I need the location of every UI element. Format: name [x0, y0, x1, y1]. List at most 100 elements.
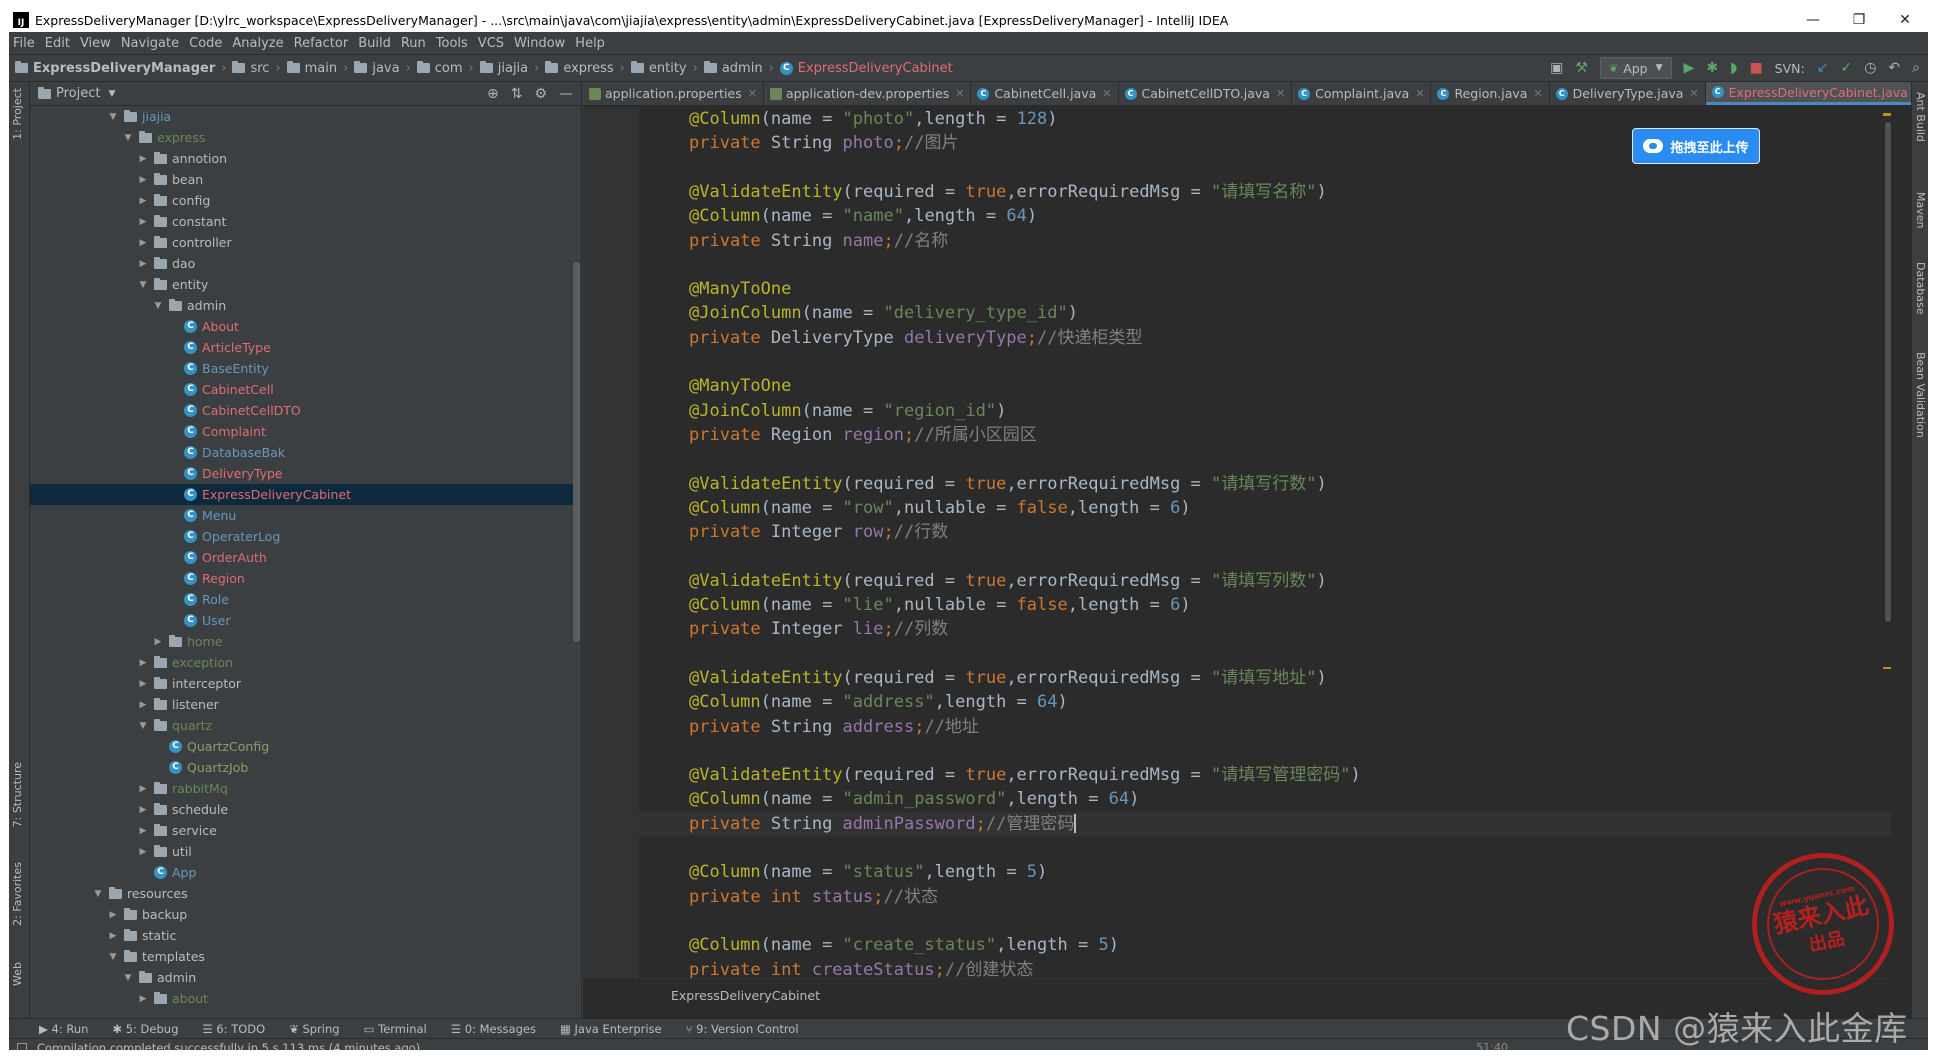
code-line[interactable]: 32 — [639, 350, 1891, 374]
tree-item[interactable]: ▶ dao — [30, 253, 574, 274]
tree-item[interactable]: ▼ express — [30, 127, 574, 148]
collapsed-arrow-icon[interactable]: ▶ — [136, 658, 150, 668]
code-line[interactable]: 28 — [639, 253, 1891, 277]
tree-item[interactable]: ▼ admin — [30, 967, 574, 988]
project-structure-icon[interactable]: ▣ — [1550, 60, 1563, 76]
tree-item[interactable]: ▶ schedule — [30, 799, 574, 820]
breadcrumb-item[interactable]: src — [232, 61, 269, 76]
collapsed-arrow-icon[interactable]: ▶ — [136, 784, 150, 794]
breadcrumb-item[interactable]: entity — [630, 61, 687, 76]
chevron-down-icon[interactable]: ▼ — [108, 89, 115, 99]
stop-icon[interactable]: ■ — [1749, 60, 1762, 76]
close-tab-icon[interactable]: ✕ — [1415, 87, 1424, 100]
menu-file[interactable]: File — [13, 36, 35, 51]
tree-item[interactable]: C Menu — [30, 505, 574, 526]
code-line[interactable]: 44 — [639, 642, 1891, 666]
code-line[interactable]: 49@ValidateEntity(required = true,errorR… — [639, 763, 1891, 787]
tree-item[interactable]: ▼ entity — [30, 274, 574, 295]
collapsed-arrow-icon[interactable]: ▶ — [136, 847, 150, 857]
locate-icon[interactable]: ⊕ — [487, 86, 499, 102]
tree-item[interactable]: ▼ jiajia — [30, 106, 574, 127]
tree-item[interactable]: ▶ interceptor — [30, 673, 574, 694]
code-line[interactable]: 26@Column(name = "name",length = 64) — [639, 204, 1891, 228]
tree-item[interactable]: ▶ listener — [30, 694, 574, 715]
menu-analyze[interactable]: Analyze — [232, 36, 283, 51]
tree-item[interactable]: ▼ resources — [30, 883, 574, 904]
editor-tab[interactable]: C CabinetCellDTO.java ✕ — [1119, 82, 1293, 105]
expanded-arrow-icon[interactable]: ▼ — [91, 889, 105, 899]
breadcrumb-item[interactable]: java — [354, 61, 400, 76]
tree-item[interactable]: ▶ constant — [30, 211, 574, 232]
expanded-arrow-icon[interactable]: ▼ — [121, 973, 135, 983]
tree-item[interactable]: ▶ home — [30, 631, 574, 652]
code-line[interactable]: 56@Column(name = "create_status",length … — [639, 933, 1891, 957]
code-line[interactable]: 25@ValidateEntity(required = true,errorR… — [639, 180, 1891, 204]
bottom-tool-todo[interactable]: ☰ 6: TODO — [202, 1022, 265, 1036]
tree-item[interactable]: ▶ exception — [30, 652, 574, 673]
breadcrumb-item[interactable]: main — [286, 61, 337, 76]
search-icon[interactable]: ⌕ — [1912, 60, 1920, 76]
editor-tab[interactable]: C CabinetCell.java ✕ — [971, 82, 1119, 105]
code-line[interactable]: 42@Column(name = "lie",nullable = false,… — [639, 593, 1891, 617]
menu-vcs[interactable]: VCS — [478, 36, 504, 51]
collapsed-arrow-icon[interactable]: ▶ — [136, 994, 150, 1004]
structure-tool-tab[interactable]: 7: Structure — [11, 762, 24, 827]
collapsed-arrow-icon[interactable]: ▶ — [136, 175, 150, 185]
editor-tab[interactable]: C Complaint.java ✕ — [1292, 82, 1432, 105]
editor-tab[interactable]: C DeliveryType.java ✕ — [1550, 82, 1706, 105]
code-line[interactable]: 55 — [639, 909, 1891, 933]
tree-item[interactable]: C QuartzConfig — [30, 736, 574, 757]
maven-tool-tab[interactable]: Maven — [1914, 192, 1927, 228]
warning-marker[interactable] — [1883, 113, 1891, 116]
close-tab-icon[interactable]: ✕ — [1102, 87, 1111, 100]
expanded-arrow-icon[interactable]: ▼ — [121, 133, 135, 143]
tree-item[interactable]: C User — [30, 610, 574, 631]
tree-item[interactable]: ▶ static — [30, 925, 574, 946]
ant-build-tool-tab[interactable]: Ant Build — [1914, 92, 1927, 142]
svn-update-icon[interactable]: ↙ — [1817, 60, 1829, 76]
database-tool-tab[interactable]: Database — [1914, 262, 1927, 315]
collapsed-arrow-icon[interactable]: ▶ — [136, 679, 150, 689]
code-line[interactable]: 53@Column(name = "status",length = 5) — [639, 860, 1891, 884]
tree-item[interactable]: ▶ backup — [30, 904, 574, 925]
code-line[interactable]: 52 — [639, 836, 1891, 860]
collapsed-arrow-icon[interactable]: ▶ — [136, 826, 150, 836]
gear-icon[interactable]: ⚙ — [534, 86, 547, 102]
code-line[interactable]: 50@Column(name = "admin_password",length… — [639, 787, 1891, 811]
current-line-marker[interactable] — [1883, 667, 1891, 669]
project-scrollbar[interactable] — [573, 262, 580, 642]
expanded-arrow-icon[interactable]: ▼ — [136, 721, 150, 731]
breadcrumb-item[interactable]: admin — [703, 61, 763, 76]
tree-item[interactable]: C ArticleType — [30, 337, 574, 358]
code-line[interactable]: 31private DeliveryType deliveryType;//快递… — [639, 326, 1891, 350]
breadcrumb-item[interactable]: jiajia — [479, 61, 528, 76]
rollback-icon[interactable]: ↶ — [1888, 60, 1900, 76]
tree-item[interactable]: C OrderAuth — [30, 547, 574, 568]
tree-item[interactable]: C App — [30, 862, 574, 883]
svn-commit-icon[interactable]: ✓ — [1840, 60, 1852, 76]
editor-tab[interactable]: application-dev.properties ✕ — [764, 82, 972, 105]
close-tab-icon[interactable]: ✕ — [955, 87, 964, 100]
editor-tab[interactable]: application.properties ✕ — [583, 82, 764, 105]
code-line[interactable]: 47private String address;//地址 — [639, 715, 1891, 739]
collapsed-arrow-icon[interactable]: ▶ — [106, 910, 120, 920]
tree-item[interactable]: C DeliveryType — [30, 463, 574, 484]
tree-item[interactable]: ▶ config — [30, 190, 574, 211]
menu-view[interactable]: View — [80, 36, 111, 51]
expanded-arrow-icon[interactable]: ▼ — [151, 301, 165, 311]
tree-item[interactable]: ▶ bean — [30, 169, 574, 190]
code-line[interactable]: 27private String name;//名称 — [639, 229, 1891, 253]
bottom-tool-javaenterprise[interactable]: ▦ Java Enterprise — [560, 1022, 662, 1036]
breadcrumb-item[interactable]: C ExpressDeliveryCabinet — [779, 61, 953, 76]
build-hammer-icon[interactable]: ⚒ — [1575, 60, 1588, 76]
minimize-button[interactable]: — — [1790, 12, 1836, 28]
bean-validation-tool-tab[interactable]: Bean Validation — [1914, 352, 1927, 438]
code-line[interactable]: 41@ValidateEntity(required = true,errorR… — [639, 569, 1891, 593]
code-line[interactable]: 34@JoinColumn(name = "region_id") — [639, 399, 1891, 423]
bottom-tool-versioncontrol[interactable]: ⑂ 9: Version Control — [686, 1022, 799, 1036]
bottom-tool-messages[interactable]: ☰ 0: Messages — [451, 1022, 536, 1036]
tree-item[interactable]: ▶ service — [30, 820, 574, 841]
close-tab-icon[interactable]: ✕ — [1689, 87, 1698, 100]
debug-bug-icon[interactable]: ✱ — [1706, 60, 1718, 76]
collapsed-arrow-icon[interactable]: ▶ — [136, 238, 150, 248]
